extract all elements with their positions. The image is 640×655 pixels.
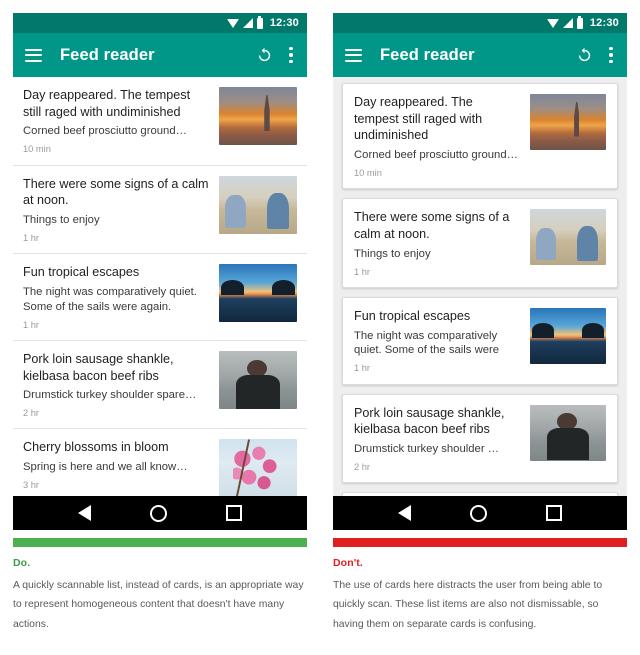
list-item-time: 2 hr bbox=[354, 461, 371, 472]
home-circle-icon[interactable] bbox=[149, 504, 167, 522]
list-item-title: There were some signs of a calm at noon. bbox=[354, 210, 510, 241]
app-bar: Feed reader bbox=[13, 33, 307, 77]
dont-label: Don't. bbox=[333, 557, 363, 569]
list-item-time: 1 hr bbox=[23, 232, 40, 243]
list-item[interactable]: Cherry blossoms in bloom Spring is here … bbox=[13, 429, 307, 496]
wifi-icon bbox=[226, 18, 239, 28]
back-triangle-icon[interactable] bbox=[398, 505, 412, 521]
list-item-time: 2 hr bbox=[23, 408, 40, 419]
list-item[interactable]: Fun tropical escapes The night was compa… bbox=[13, 254, 307, 341]
list-item-time: 1 hr bbox=[354, 363, 371, 374]
dont-rule bbox=[333, 538, 627, 547]
list-item-subtitle: Corned beef prosciutto ground… bbox=[354, 149, 518, 162]
refresh-icon[interactable] bbox=[576, 47, 593, 64]
city-sunset-photo bbox=[530, 94, 606, 150]
status-icon-group: 12:30 bbox=[546, 15, 619, 29]
overflow-menu-icon[interactable] bbox=[609, 46, 615, 64]
page-title: Feed reader bbox=[380, 45, 475, 64]
list-item-subtitle: The night was comparatively quiet. Some … bbox=[354, 329, 500, 357]
list-item-subtitle: Corned beef prosciutto ground… bbox=[23, 125, 187, 138]
wifi-icon bbox=[546, 18, 559, 28]
list-item-card[interactable]: Fun tropical escapes The night was compa… bbox=[342, 296, 618, 385]
do-caption: Do. A quickly scannable list, instead of… bbox=[13, 557, 307, 634]
app-bar: Feed reader bbox=[333, 33, 627, 77]
family-beach-photo bbox=[219, 175, 297, 234]
list-item-title: Day reappeared. The tempest still raged … bbox=[354, 95, 483, 143]
dont-body: The use of cards here distracts the user… bbox=[333, 580, 603, 630]
dont-caption: Don't. The use of cards here distracts t… bbox=[333, 557, 627, 634]
list-item-card[interactable]: There were some signs of a calm at noon.… bbox=[342, 198, 618, 288]
feed-list[interactable]: Day reappeared. The tempest still raged … bbox=[13, 77, 307, 496]
do-rule bbox=[13, 538, 307, 547]
battery-icon bbox=[256, 15, 263, 29]
status-clock: 12:30 bbox=[269, 17, 299, 29]
phone-frame-do: 12:30 Feed reader Day reappeared. The te… bbox=[13, 13, 307, 530]
list-item-text: Cherry blossoms in bloom Spring is here … bbox=[23, 439, 219, 491]
home-circle-icon[interactable] bbox=[469, 504, 487, 522]
list-item-subtitle: Drumstick turkey shoulder … bbox=[354, 442, 500, 455]
android-nav-bar bbox=[13, 496, 307, 530]
list-item[interactable]: Day reappeared. The tempest still raged … bbox=[13, 77, 307, 166]
man-portrait-photo bbox=[219, 350, 297, 409]
list-item-title: Fun tropical escapes bbox=[23, 265, 140, 280]
status-icon-group: 12:30 bbox=[226, 15, 299, 29]
list-item-time: 10 min bbox=[23, 144, 51, 155]
list-item-subtitle: The night was comparatively quiet. Some … bbox=[23, 285, 197, 313]
list-item-title: Pork loin sausage shankle, kielbasa baco… bbox=[23, 351, 174, 383]
status-clock: 12:30 bbox=[589, 17, 619, 29]
list-item-title: There were some signs of a calm at noon. bbox=[23, 176, 209, 208]
family-beach-photo bbox=[530, 209, 606, 266]
list-item-title: Day reappeared. The tempest still raged … bbox=[23, 88, 191, 119]
android-nav-bar bbox=[333, 496, 627, 530]
do-panel: 12:30 Feed reader Day reappeared. The te… bbox=[0, 0, 320, 655]
list-item-subtitle: Drumstick turkey shoulder spare… bbox=[23, 389, 197, 402]
dont-panel: 12:30 Feed reader Day reappeared. The te… bbox=[320, 0, 640, 655]
list-item-text: Day reappeared. The tempest still raged … bbox=[23, 87, 219, 156]
list-item[interactable]: Pork loin sausage shankle, kielbasa baco… bbox=[13, 341, 307, 430]
do-label: Do. bbox=[13, 557, 31, 569]
list-item-card[interactable]: Pork loin sausage shankle, kielbasa baco… bbox=[342, 393, 618, 484]
status-bar: 12:30 bbox=[13, 13, 307, 33]
list-item-text: Day reappeared. The tempest still raged … bbox=[354, 94, 530, 179]
overflow-menu-icon[interactable] bbox=[289, 46, 295, 64]
signal-icon bbox=[562, 18, 573, 28]
city-sunset-photo bbox=[219, 87, 297, 145]
list-item-subtitle: Things to enjoy bbox=[354, 247, 431, 260]
list-item-subtitle: Spring is here and we all know… bbox=[23, 461, 188, 474]
recents-square-icon[interactable] bbox=[545, 505, 562, 521]
list-item-text: Fun tropical escapes The night was compa… bbox=[354, 308, 530, 375]
list-item-time: 1 hr bbox=[354, 266, 371, 277]
man-portrait-photo bbox=[530, 404, 606, 461]
list-item-title: Pork loin sausage shankle, kielbasa baco… bbox=[354, 405, 505, 437]
battery-icon bbox=[576, 15, 583, 29]
hamburger-menu-icon[interactable] bbox=[345, 48, 362, 62]
list-item-subtitle: Things to enjoy bbox=[23, 214, 100, 226]
page-title: Feed reader bbox=[60, 45, 155, 64]
list-item[interactable]: There were some signs of a calm at noon.… bbox=[13, 166, 307, 255]
back-triangle-icon[interactable] bbox=[78, 505, 92, 521]
tropical-lagoon-photo bbox=[219, 264, 297, 323]
recents-square-icon[interactable] bbox=[225, 505, 242, 521]
hamburger-menu-icon[interactable] bbox=[25, 48, 42, 62]
list-item-title: Cherry blossoms in bloom bbox=[23, 440, 169, 455]
list-item-text: There were some signs of a calm at noon.… bbox=[23, 176, 219, 245]
list-item-time: 3 hr bbox=[23, 479, 40, 490]
do-body: A quickly scannable list, instead of car… bbox=[13, 580, 304, 630]
tropical-lagoon-photo bbox=[530, 307, 606, 364]
list-item-card[interactable]: Day reappeared. The tempest still raged … bbox=[342, 83, 618, 190]
refresh-icon[interactable] bbox=[256, 47, 273, 64]
list-item-time: 1 hr bbox=[23, 319, 40, 330]
comparison-stage: 12:30 Feed reader Day reappeared. The te… bbox=[0, 0, 640, 655]
phone-frame-dont: 12:30 Feed reader Day reappeared. The te… bbox=[333, 13, 627, 530]
list-item-text: There were some signs of a calm at noon.… bbox=[354, 209, 530, 278]
cherry-blossom-photo bbox=[219, 439, 297, 496]
list-item-text: Fun tropical escapes The night was compa… bbox=[23, 264, 219, 331]
list-item-text: Pork loin sausage shankle, kielbasa baco… bbox=[354, 405, 530, 474]
signal-icon bbox=[242, 18, 253, 28]
status-bar: 12:30 bbox=[333, 13, 627, 33]
list-item-time: 10 min bbox=[354, 168, 382, 179]
list-item-text: Pork loin sausage shankle, kielbasa baco… bbox=[23, 351, 219, 420]
list-item-title: Fun tropical escapes bbox=[354, 308, 471, 323]
feed-card-list[interactable]: Day reappeared. The tempest still raged … bbox=[333, 77, 627, 496]
